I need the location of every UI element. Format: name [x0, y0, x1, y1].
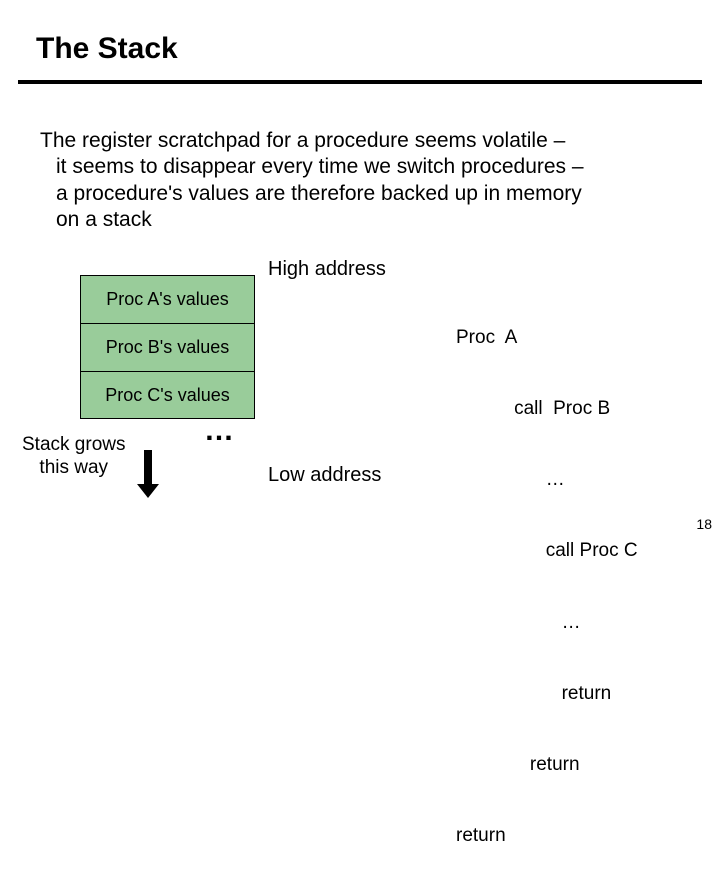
code-line: return: [456, 682, 638, 706]
stack-cell: Proc B's values: [80, 323, 255, 371]
body-line: on a stack: [40, 207, 680, 233]
slide: The Stack The register scratchpad for a …: [0, 0, 720, 540]
grow-line: Stack grows: [22, 434, 125, 455]
page-number: 18: [696, 516, 712, 532]
grow-line: this way: [39, 457, 108, 478]
body-text: The register scratchpad for a procedure …: [40, 128, 680, 233]
low-address-label: Low address: [268, 464, 381, 487]
body-line: The register scratchpad for a procedure …: [40, 128, 680, 154]
stack-diagram: Proc A's values Proc B's values Proc C's…: [80, 275, 255, 419]
body-line: a procedure's values are therefore backe…: [40, 181, 680, 207]
code-line: call Proc B: [456, 397, 638, 421]
code-line: …: [456, 468, 638, 492]
code-line: return: [456, 753, 638, 777]
stack-cell: Proc A's values: [80, 275, 255, 323]
slide-title: The Stack: [36, 32, 178, 66]
high-address-label: High address: [268, 258, 386, 281]
title-rule: [18, 80, 702, 84]
stack-cell: Proc C's values: [80, 371, 255, 419]
down-arrow-icon: [144, 450, 152, 484]
stack-ellipsis: …: [204, 414, 236, 448]
code-line: …: [456, 611, 638, 635]
body-line: it seems to disappear every time we swit…: [40, 154, 680, 180]
code-line: Proc A: [456, 326, 638, 350]
call-trace: Proc A call Proc B … call Proc C … retur…: [456, 278, 638, 896]
code-line: return: [456, 824, 638, 848]
code-line: call Proc C: [456, 539, 638, 563]
stack-grow-label: Stack grows this way: [22, 434, 125, 480]
